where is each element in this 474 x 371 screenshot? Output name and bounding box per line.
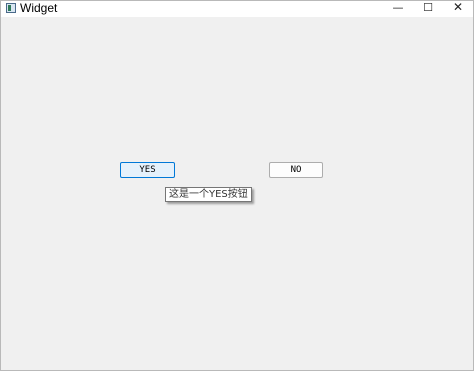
yes-button[interactable]: YES (120, 162, 175, 178)
widget-client-area: YES NO 这是一个YES按钮 (2, 18, 473, 370)
app-window: Widget — ☐ ✕ YES NO 这是一个YES按钮 (0, 0, 474, 371)
yes-button-tooltip: 这是一个YES按钮 (165, 187, 252, 202)
no-button[interactable]: NO (269, 162, 323, 178)
app-window-icon (6, 3, 16, 13)
window-title: Widget (20, 1, 58, 15)
close-button[interactable]: ✕ (439, 1, 474, 17)
title-bar[interactable]: Widget — ☐ ✕ (1, 1, 473, 17)
